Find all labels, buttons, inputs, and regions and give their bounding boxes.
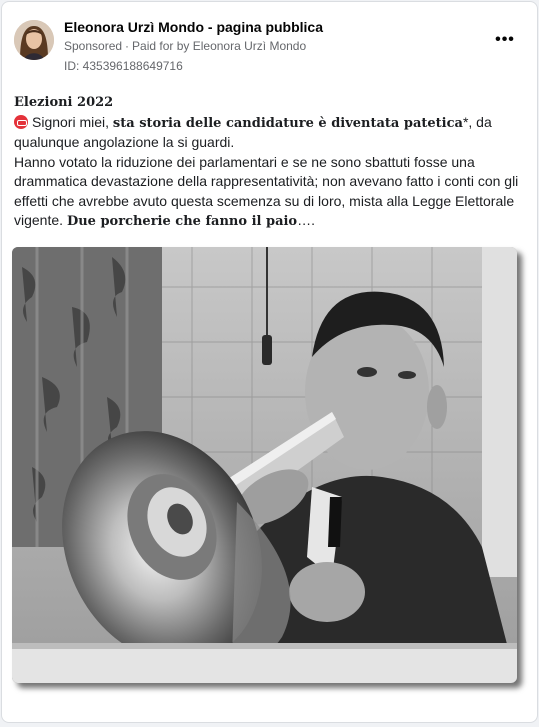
photo-image bbox=[12, 247, 517, 683]
ad-post-card: Eleonora Urzì Mondo - pagina pubblica Sp… bbox=[1, 1, 538, 723]
paragraph-1-bold: sta storia delle candidature è diventata… bbox=[112, 115, 463, 131]
page-name[interactable]: Eleonora Urzì Mondo - pagina pubblica bbox=[64, 18, 323, 36]
paid-for-label: Paid for by Eleonora Urzì Mondo bbox=[132, 39, 307, 53]
paragraph-1: Signori miei, sta storia delle candidatu… bbox=[14, 113, 526, 153]
paragraph-1-text: Signori miei, bbox=[32, 113, 113, 130]
post-meta: Eleonora Urzì Mondo - pagina pubblica Sp… bbox=[64, 18, 323, 75]
avatar-image bbox=[14, 20, 54, 60]
post-header: Eleonora Urzì Mondo - pagina pubblica Sp… bbox=[14, 18, 525, 75]
sponsored-label: Sponsored bbox=[64, 39, 123, 53]
post-title: Elezioni 2022 bbox=[14, 95, 114, 110]
post-text: Elezioni 2022 Signori miei, sta storia d… bbox=[14, 93, 526, 232]
more-horizontal-icon[interactable]: ••• bbox=[493, 32, 517, 48]
ad-id: ID: 435396188649716 bbox=[64, 59, 183, 73]
paragraph-2-end: …. bbox=[297, 212, 315, 228]
separator-dot: · bbox=[125, 39, 130, 53]
avatar[interactable] bbox=[14, 20, 54, 60]
sponsor-line: Sponsored · Paid for by Eleonora Urzì Mond… bbox=[64, 37, 323, 55]
red-badge-emoji-icon bbox=[14, 114, 28, 129]
paragraph-2-bold: Due porcherie che fanno il paio bbox=[66, 214, 298, 229]
paragraph-2: Hanno votato la riduzione dei parlamenta… bbox=[14, 153, 526, 232]
post-photo[interactable] bbox=[12, 247, 517, 683]
